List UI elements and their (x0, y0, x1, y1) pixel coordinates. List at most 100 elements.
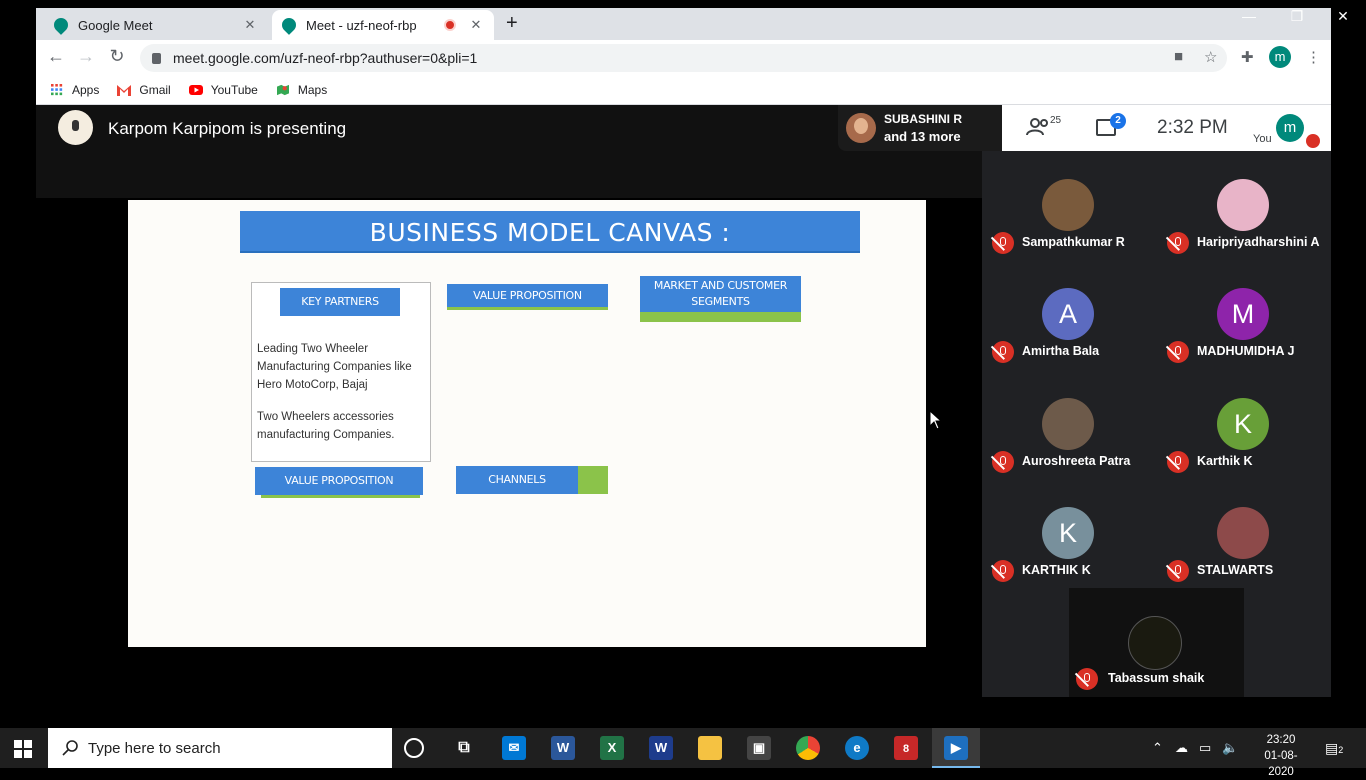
participant-name: Tabassum shaik (1108, 671, 1205, 685)
word-icon[interactable]: W (551, 736, 575, 760)
people-count: 25 (1050, 115, 1062, 126)
muted-icon (992, 341, 1014, 363)
windows-start-icon[interactable] (14, 740, 32, 758)
youtube-icon (188, 85, 203, 95)
participant-name: Haripriyadharshini A (1197, 235, 1320, 249)
search-icon (62, 740, 78, 756)
battery-icon[interactable]: ▭ (1199, 740, 1211, 756)
notifications-icon[interactable]: ▤2 (1325, 740, 1343, 757)
tab-label: Google Meet (78, 17, 153, 33)
participant-avatar: M (1217, 288, 1269, 340)
participant-grid: Sampathkumar R Haripriyadharshini A A Amirt… (982, 151, 1331, 589)
participant-avatar (1042, 179, 1094, 231)
tray-chevron-icon[interactable]: ⌃ (1152, 740, 1163, 756)
tab-strip: Google Meet ✕ Meet - uzf-neof-rbp ✕ + (36, 8, 1331, 40)
new-tab-button[interactable]: + (506, 12, 518, 35)
meet-favicon-icon (279, 15, 299, 35)
taskbar-time: 23:20 (1266, 734, 1296, 746)
edge-icon[interactable]: e (845, 736, 869, 760)
participant-name: Auroshreeta Patra (1022, 454, 1131, 468)
profile-avatar[interactable]: m (1269, 46, 1291, 68)
channels-bar (578, 466, 608, 494)
browser-window: Google Meet ✕ Meet - uzf-neof-rbp ✕ + ← … (36, 8, 1331, 105)
muted-icon (1167, 560, 1189, 582)
bookmark-label: Apps (72, 83, 100, 97)
participant-tile[interactable]: Sampathkumar R (982, 151, 1152, 259)
tab-meet-session[interactable]: Meet - uzf-neof-rbp ✕ (272, 10, 494, 40)
participant-tile[interactable]: K KARTHIK K (982, 479, 1152, 587)
participant-tile[interactable]: Tabassum shaik (1069, 588, 1244, 697)
reload-icon[interactable]: ↻ (105, 46, 129, 67)
meet-top-controls: 25 2 2:32 PM You m (1002, 105, 1331, 151)
chat-badge: 2 (1110, 113, 1126, 129)
close-tab-icon[interactable]: ✕ (242, 17, 258, 33)
participant-tile[interactable]: Haripriyadharshini A (1157, 151, 1327, 259)
whatsapp-badge: 8 (902, 743, 910, 755)
bookmark-youtube[interactable]: YouTube (188, 83, 258, 97)
self-muted-icon (1306, 134, 1320, 148)
back-icon[interactable]: ← (44, 46, 68, 67)
address-bar[interactable]: meet.google.com/uzf-neof-rbp?authuser=0&… (140, 44, 1227, 72)
presentation-area[interactable]: BUSINESS MODEL CANVAS : KEY PARTNERS Lea… (36, 198, 982, 647)
bookmark-apps[interactable]: Apps (50, 83, 99, 97)
extensions-icon[interactable]: ✚ (1241, 48, 1254, 66)
file-explorer-icon[interactable] (698, 736, 722, 760)
participant-tile[interactable]: STALWARTS (1157, 479, 1327, 587)
chrome-icon[interactable] (796, 736, 820, 760)
taskbar: Type here to search ⧉ ✉ W X W ▣ e 8 ▶ ⌃ … (0, 728, 1366, 778)
others-presenting-card[interactable]: SUBASHINI R and 13 more (838, 105, 1002, 151)
key-partners-text-1: Leading Two Wheeler Manufacturing Compan… (257, 343, 412, 391)
muted-icon (1167, 232, 1189, 254)
participant-name: KARTHIK K (1022, 563, 1091, 577)
forward-icon[interactable]: → (74, 46, 98, 67)
participant-name: STALWARTS (1197, 563, 1274, 577)
taskbar-clock[interactable]: 23:20 01-08-2020 (1254, 732, 1308, 780)
taskbar-search[interactable]: Type here to search (48, 728, 392, 768)
meet-view: Karpom Karpipom is presenting BUSINESS M… (36, 105, 1331, 697)
whatsapp-icon[interactable]: 8 (894, 736, 918, 760)
participant-avatar (1042, 398, 1094, 450)
star-icon[interactable]: ☆ (1204, 48, 1217, 66)
presenting-text: Karpom Karpipom is presenting (108, 119, 347, 138)
close-tab-icon[interactable]: ✕ (468, 17, 484, 33)
presentation-footer (36, 647, 982, 697)
presenter-avatar (58, 110, 93, 145)
maps-icon (276, 84, 289, 96)
participant-tile[interactable]: K Karthik K (1157, 370, 1327, 478)
bookmark-gmail[interactable]: Gmail (117, 83, 171, 97)
participant-name: MADHUMIDHA J (1197, 344, 1295, 358)
active-app-slot[interactable]: ▶ (932, 728, 980, 768)
onedrive-icon[interactable]: ☁ (1175, 740, 1188, 756)
others-name: SUBASHINI R (884, 112, 963, 126)
participant-tile[interactable]: M MADHUMIDHA J (1157, 260, 1327, 368)
menu-icon[interactable]: ⋮ (1306, 48, 1321, 66)
muted-icon (992, 560, 1014, 582)
lock-icon (152, 52, 161, 64)
mail-icon[interactable]: ✉ (502, 736, 526, 760)
participant-avatar (1217, 179, 1269, 231)
recording-icon (444, 19, 456, 31)
self-avatar[interactable]: m (1276, 114, 1304, 142)
participant-tile[interactable]: A Amirtha Bala (982, 260, 1152, 368)
volume-icon[interactable]: 🔈 (1222, 740, 1238, 756)
minimize-icon[interactable]: — (1226, 0, 1272, 32)
excel-icon[interactable]: X (600, 736, 624, 760)
gmail-icon (117, 85, 132, 96)
value-proposition-bottom-label: VALUE PROPOSITION (255, 467, 423, 495)
camera-icon[interactable]: ■ (1174, 48, 1183, 65)
market-line-2: SEGMENTS (691, 295, 750, 308)
taskbar-date: 01-08-2020 (1264, 750, 1298, 778)
close-window-icon[interactable]: ✕ (1320, 0, 1366, 32)
task-view-icon[interactable]: ⧉ (452, 736, 476, 760)
bookmark-maps[interactable]: Maps (276, 83, 327, 97)
app-icon[interactable]: W (649, 736, 673, 760)
restore-icon[interactable]: ❐ (1274, 0, 1320, 32)
cortana-icon[interactable] (404, 738, 424, 758)
mouse-cursor-icon (929, 410, 943, 430)
people-icon[interactable] (1026, 117, 1052, 137)
tab-google-meet[interactable]: Google Meet ✕ (44, 10, 268, 40)
participant-tile[interactable]: Auroshreeta Patra (982, 370, 1152, 478)
video-app-icon: ▶ (944, 736, 968, 760)
tab-label: Meet - uzf-neof-rbp (306, 17, 417, 33)
store-icon[interactable]: ▣ (747, 736, 771, 760)
